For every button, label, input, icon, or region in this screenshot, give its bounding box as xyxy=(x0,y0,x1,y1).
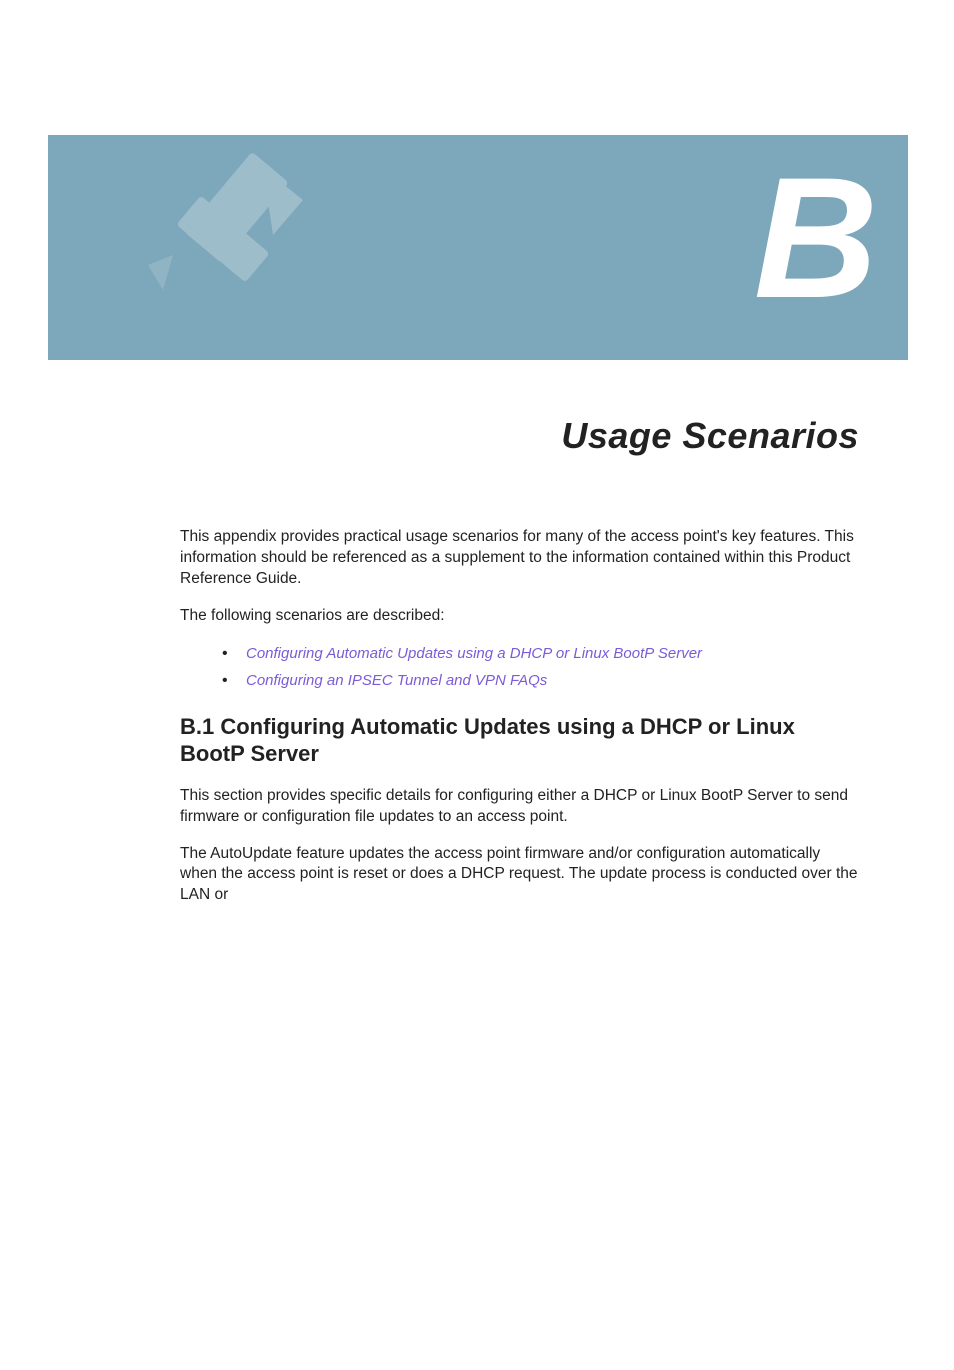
link-configuring-ipsec-tunnel[interactable]: Configuring an IPSEC Tunnel and VPN FAQs xyxy=(246,672,547,689)
list-item: Configuring an IPSEC Tunnel and VPN FAQs xyxy=(222,670,859,691)
page-title: Usage Scenarios xyxy=(0,415,859,457)
section-b1-para2: The AutoUpdate feature updates the acces… xyxy=(180,844,859,907)
scenarios-lead: The following scenarios are described: xyxy=(180,606,859,627)
section-b1-heading: B.1 Configuring Automatic Updates using … xyxy=(180,713,859,768)
content-area: This appendix provides practical usage s… xyxy=(180,527,859,906)
appendix-letter: B xyxy=(754,152,878,324)
scenario-links-list: Configuring Automatic Updates using a DH… xyxy=(222,643,859,691)
banner-decorative-graphic xyxy=(118,135,348,340)
appendix-banner: B xyxy=(48,135,908,360)
list-item: Configuring Automatic Updates using a DH… xyxy=(222,643,859,664)
section-b1-para1: This section provides specific details f… xyxy=(180,786,859,828)
intro-paragraph: This appendix provides practical usage s… xyxy=(180,527,859,590)
link-configuring-automatic-updates[interactable]: Configuring Automatic Updates using a DH… xyxy=(246,645,702,662)
